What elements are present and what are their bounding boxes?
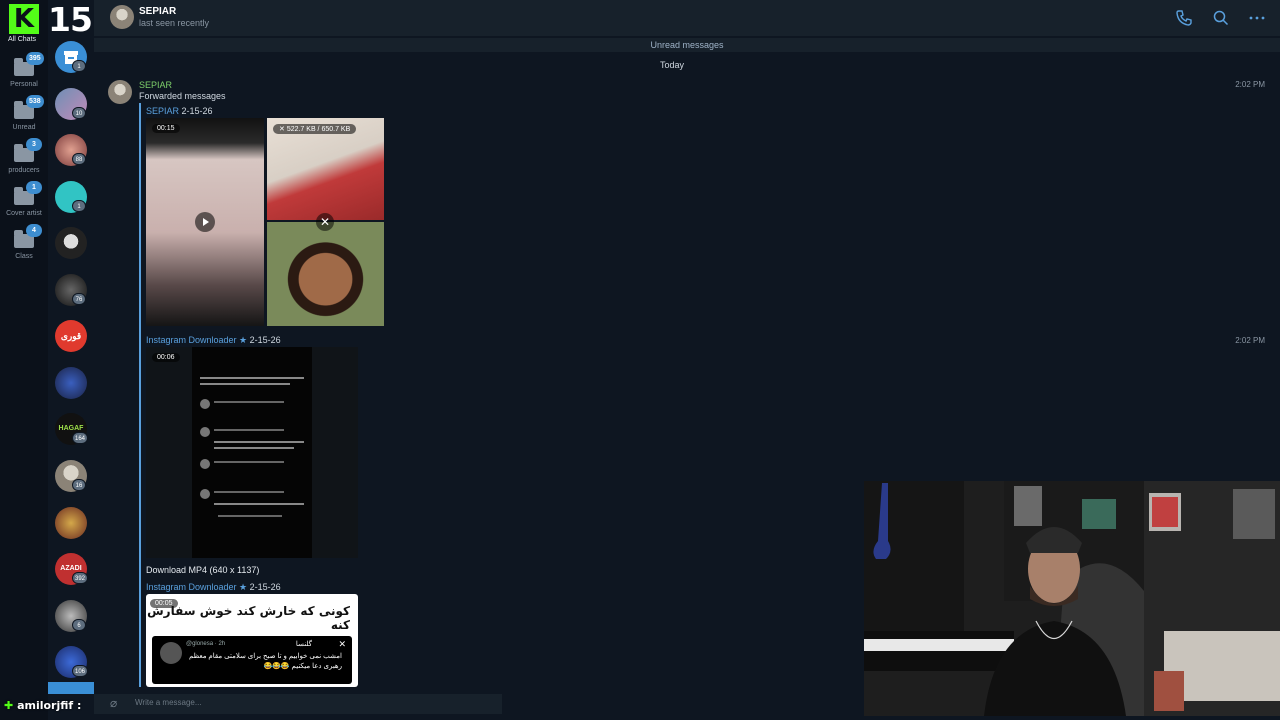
folder-class[interactable]: 4 Class bbox=[0, 224, 48, 260]
new-chat-strip[interactable] bbox=[48, 682, 94, 694]
chat-item[interactable] bbox=[55, 507, 87, 539]
chat-item[interactable] bbox=[55, 367, 87, 399]
folder-unread[interactable]: 538 Unread bbox=[0, 95, 48, 131]
folder-personal[interactable]: 395 Personal bbox=[0, 52, 48, 88]
chat-header: SEPIAR last seen recently bbox=[94, 0, 1280, 36]
photo-thumbnail[interactable]: ✕ 522.7 KB / 650.7 KB bbox=[267, 118, 384, 220]
stream-chat-username: ✚ amilorjfif : bbox=[4, 699, 81, 712]
unread-badge: 395 bbox=[26, 52, 44, 65]
forward-quote-bar bbox=[139, 103, 141, 687]
folder-producers[interactable]: 3 producers bbox=[0, 138, 48, 174]
forward-source: SEPIAR bbox=[146, 106, 180, 116]
forward-source: Instagram Downloader ★ bbox=[146, 582, 248, 592]
folder-label: Unread bbox=[12, 124, 36, 131]
message-time: 2:02 PM bbox=[1235, 336, 1265, 345]
video-duration: 00:06 bbox=[152, 353, 180, 362]
phone-icon bbox=[1176, 10, 1192, 26]
folder-label: producers bbox=[8, 167, 40, 174]
forward-date: 2-15-26 bbox=[249, 582, 281, 592]
forwarded-from[interactable]: SEPIAR 2-15-26 bbox=[146, 106, 213, 116]
username-label: amilorjfif : bbox=[17, 699, 82, 712]
webcam-feed bbox=[864, 481, 1280, 716]
forwarded-label: Forwarded messages bbox=[139, 91, 226, 101]
unread-messages-banner: Unread messages bbox=[94, 38, 1280, 52]
unread-badge: 538 bbox=[26, 95, 44, 108]
message-time: 2:02 PM bbox=[1235, 80, 1265, 89]
forwarded-from[interactable]: Instagram Downloader ★ 2-15-26 bbox=[146, 335, 281, 346]
unread-badge: 16 bbox=[72, 479, 86, 491]
plus-icon: ✚ bbox=[4, 699, 14, 712]
unread-badge: 4 bbox=[26, 224, 42, 237]
unread-badge: 164 bbox=[72, 432, 89, 444]
video-thumbnail[interactable]: 00:05 کونی که خارش کند خوش سفارش کنه گلن… bbox=[146, 594, 358, 687]
paperclip-icon[interactable]: ⌀ bbox=[110, 696, 117, 710]
call-button[interactable] bbox=[1174, 8, 1194, 28]
avatar[interactable] bbox=[110, 5, 134, 29]
message-input[interactable]: Write a message... bbox=[135, 698, 202, 707]
forward-source: Instagram Downloader ★ bbox=[146, 335, 248, 345]
unread-badge: 1 bbox=[72, 200, 86, 212]
embedded-tweet: گلنسا @glonesa · 2h ✕ امشب نمی خوابیم و … bbox=[152, 636, 352, 684]
video-thumbnail[interactable]: 00:15 bbox=[146, 118, 264, 326]
folder-label: Personal bbox=[10, 81, 38, 88]
date-divider: Today bbox=[660, 60, 685, 70]
tweet-heading: کونی که خارش کند خوش سفارش کنه bbox=[147, 604, 350, 632]
avatar bbox=[160, 642, 182, 664]
message-composer: ⌀ Write a message... bbox=[94, 694, 502, 714]
forwarded-from[interactable]: Instagram Downloader ★ 2-15-26 bbox=[146, 582, 281, 593]
chat-item[interactable]: قوری bbox=[55, 320, 87, 352]
video-frame bbox=[192, 347, 312, 558]
unread-badge: 1 bbox=[72, 60, 86, 72]
avatar[interactable] bbox=[108, 80, 132, 104]
photo-thumbnail[interactable] bbox=[267, 222, 384, 326]
folder-all-chats[interactable]: All Chats bbox=[8, 36, 36, 43]
download-mp4-link[interactable]: Download MP4 (640 x 1137) bbox=[146, 565, 259, 575]
telegram-window: K All Chats 395 Personal 538 Unread 3 pr… bbox=[0, 0, 1280, 720]
unread-badge: 1 bbox=[26, 181, 42, 194]
tweet-handle: @glonesa · 2h bbox=[186, 641, 226, 647]
last-seen-status: last seen recently bbox=[139, 18, 210, 28]
tweet-author: گلنسا bbox=[295, 641, 312, 648]
kick-logo: K bbox=[9, 4, 39, 34]
folder-rail: K All Chats 395 Personal 538 Unread 3 pr… bbox=[0, 0, 48, 720]
tweet-text: امشب نمی خوابیم و تا صبح برای سلامتی مقا… bbox=[188, 653, 342, 670]
webcam-overlay bbox=[864, 481, 1280, 716]
forward-date: 2-15-26 bbox=[249, 335, 281, 345]
unread-badge: 88 bbox=[72, 153, 86, 165]
chat-title[interactable]: SEPIAR bbox=[139, 6, 176, 17]
search-button[interactable] bbox=[1211, 8, 1231, 28]
chat-item[interactable] bbox=[55, 227, 87, 259]
search-icon bbox=[1213, 10, 1229, 26]
video-duration: 00:15 bbox=[152, 124, 180, 133]
unread-badge: 392 bbox=[72, 572, 89, 584]
chat-list: 1 10 88 1 76 قوری HAGAF 164 16 AZADI 392… bbox=[48, 36, 94, 720]
unread-badge: 3 bbox=[26, 138, 42, 151]
x-logo-icon: ✕ bbox=[338, 639, 346, 649]
forward-date: 2-15-26 bbox=[181, 106, 213, 116]
unread-badge: 76 bbox=[72, 293, 86, 305]
more-button[interactable] bbox=[1247, 8, 1267, 28]
unread-badge: 106 bbox=[72, 665, 89, 677]
sender-name[interactable]: SEPIAR bbox=[139, 80, 172, 90]
video-thumbnail[interactable]: 00:06 bbox=[146, 347, 358, 558]
folder-cover-artist[interactable]: 1 Cover artist bbox=[0, 181, 48, 217]
unread-badge: 10 bbox=[72, 107, 86, 119]
play-icon[interactable] bbox=[195, 212, 215, 232]
folder-label: Cover artist bbox=[6, 210, 42, 217]
download-progress: ✕ 522.7 KB / 650.7 KB bbox=[273, 124, 357, 134]
unread-badge: 6 bbox=[72, 619, 86, 631]
more-icon bbox=[1249, 16, 1265, 20]
cancel-download-icon[interactable]: ✕ bbox=[316, 213, 334, 231]
folder-label: Class bbox=[15, 253, 33, 260]
